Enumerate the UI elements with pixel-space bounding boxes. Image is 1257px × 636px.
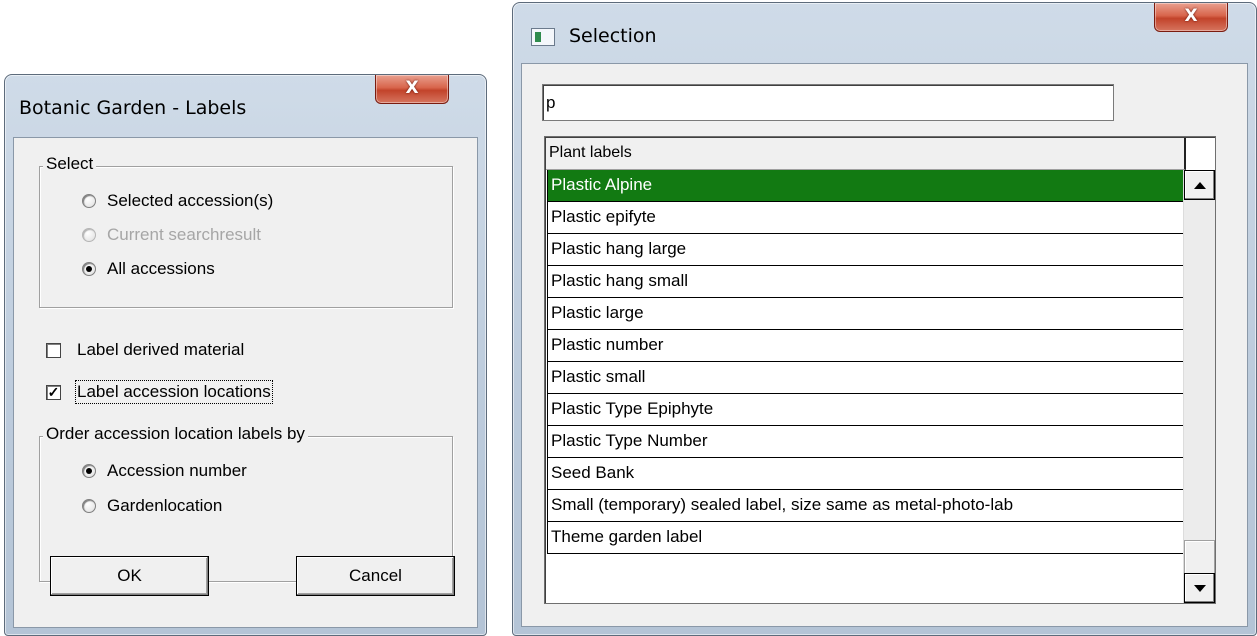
labels-dialog: Botanic Garden - Labels X Select Selecte…	[4, 74, 487, 636]
select-group-title: Select	[43, 154, 97, 174]
scroll-up-button[interactable]	[1184, 170, 1215, 200]
plant-labels-list[interactable]: Plant labels Plastic Alpine Plastic epify…	[544, 136, 1216, 604]
arrow-up-icon	[1193, 181, 1206, 189]
radio-circle-icon	[82, 194, 96, 208]
checkmark-icon: ✓	[46, 383, 61, 400]
radio-checked-icon	[82, 464, 96, 478]
list-item[interactable]: Seed Bank	[547, 458, 1184, 490]
radio-circle-icon	[82, 499, 96, 513]
app-icon	[531, 28, 555, 46]
column-header-label: Plant labels	[549, 144, 632, 161]
vertical-scrollbar[interactable]	[1183, 170, 1215, 603]
order-group-title: Order accession location labels by	[43, 424, 308, 444]
close-icon: X	[1184, 6, 1198, 26]
labels-dialog-body: Select Selected accession(s) Current sea…	[13, 137, 478, 628]
list-item[interactable]: Plastic hang large	[547, 234, 1184, 266]
search-input[interactable]	[542, 84, 1114, 121]
list-item[interactable]: Plastic large	[547, 298, 1184, 330]
radio-current-searchresult[interactable]: Current searchresult	[82, 224, 261, 246]
scroll-down-button[interactable]	[1184, 573, 1215, 603]
cancel-button-label: Cancel	[349, 566, 402, 585]
list-item[interactable]: Theme garden label	[547, 522, 1184, 554]
close-icon: X	[405, 78, 419, 98]
selection-dialog-titlebar[interactable]: Selection X	[513, 3, 1256, 47]
scroll-thumb[interactable]	[1184, 540, 1215, 574]
list-item[interactable]: Plastic number	[547, 330, 1184, 362]
list-item[interactable]: Plastic epifyte	[547, 202, 1184, 234]
ok-button[interactable]: OK	[50, 556, 209, 596]
radio-label: All accessions	[107, 259, 215, 278]
selection-close-button[interactable]: X	[1154, 3, 1228, 32]
list-item[interactable]: Plastic Alpine	[547, 170, 1184, 202]
list-item[interactable]: Small (temporary) sealed label, size sam…	[547, 490, 1184, 522]
radio-label: Accession number	[107, 461, 247, 480]
selection-dialog: Selection X Plant labels Plastic AlpineP…	[512, 2, 1257, 636]
labels-dialog-title: Botanic Garden - Labels	[19, 97, 247, 119]
arrow-down-icon	[1193, 584, 1206, 592]
checkbox-icon	[46, 342, 61, 358]
radio-gardenlocation[interactable]: Gardenlocation	[82, 495, 222, 517]
ok-button-label: OK	[117, 566, 142, 585]
selection-dialog-title: Selection	[569, 25, 657, 47]
checkbox-label: Label derived material	[77, 340, 245, 359]
radio-accession-number[interactable]: Accession number	[82, 460, 247, 482]
list-item[interactable]: Plastic hang small	[547, 266, 1184, 298]
list-item[interactable]: Plastic Type Epiphyte	[547, 394, 1184, 426]
list-item[interactable]: Plastic Type Number	[547, 426, 1184, 458]
radio-all-accessions[interactable]: All accessions	[82, 258, 215, 280]
list-item[interactable]: Plastic small	[547, 362, 1184, 394]
radio-label: Current searchresult	[107, 225, 262, 244]
checkbox-label: Label accession locations	[75, 380, 273, 404]
radio-selected-accessions[interactable]: Selected accession(s)	[82, 190, 273, 212]
checkbox-label-derived-material[interactable]: Label derived material	[46, 339, 244, 361]
checkbox-label-accession-locations[interactable]: ✓ Label accession locations	[46, 380, 273, 404]
cancel-button[interactable]: Cancel	[296, 556, 455, 596]
selection-dialog-body: Plant labels Plastic AlpinePlastic epify…	[521, 63, 1248, 627]
radio-label: Gardenlocation	[107, 496, 223, 515]
column-header-plant-labels[interactable]: Plant labels	[546, 138, 1186, 170]
radio-circle-icon	[82, 228, 96, 242]
radio-checked-icon	[82, 262, 96, 276]
labels-close-button[interactable]: X	[375, 75, 449, 104]
labels-dialog-titlebar[interactable]: Botanic Garden - Labels X	[5, 75, 486, 119]
radio-label: Selected accession(s)	[107, 191, 274, 210]
